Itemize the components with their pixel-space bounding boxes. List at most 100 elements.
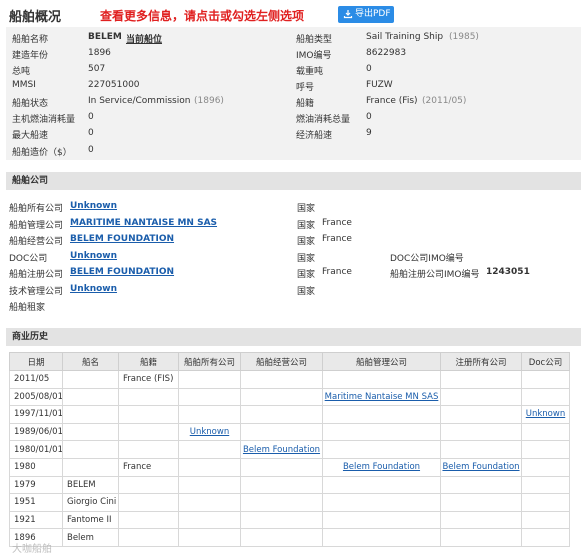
- cell-name: Giorgio Cini: [62, 493, 119, 512]
- operator-link[interactable]: BELEM FOUNDATION: [70, 234, 174, 244]
- cell-date: 2011/05: [9, 370, 63, 389]
- owner-link[interactable]: Unknown: [70, 201, 117, 211]
- current-position-link[interactable]: 当前船位: [126, 32, 162, 45]
- price-value: 0: [88, 145, 94, 155]
- table-row: 1989/06/01 Unknown: [9, 422, 570, 442]
- cell-reg-owner: [440, 528, 522, 547]
- cell-operator: [240, 510, 323, 530]
- cell-owner: [178, 528, 241, 547]
- flag-value: France (Fis): [366, 96, 418, 106]
- cell-reg-owner: [440, 387, 522, 407]
- type-value: Sail Training Ship: [366, 32, 444, 42]
- doc-imo-label: DOC公司IMO编号: [390, 254, 464, 264]
- cell-name: [62, 457, 119, 477]
- cell-reg-owner: [440, 493, 522, 512]
- cell-reg-owner: [440, 440, 522, 459]
- operator-link[interactable]: Belem Foundation: [243, 445, 320, 455]
- cell-operator: [240, 475, 323, 495]
- page-title: 船舶概况: [9, 10, 62, 25]
- cell-date: 1989/06/01: [9, 422, 63, 442]
- cell-doc: [521, 457, 570, 477]
- col-operator: 船舶经营公司: [240, 352, 323, 371]
- cell-doc: [521, 422, 570, 442]
- cell-doc: [521, 370, 570, 389]
- download-icon: [343, 10, 353, 19]
- cell-flag: [118, 493, 179, 512]
- cell-flag: [118, 475, 179, 495]
- charter-label: 船舶租家: [9, 303, 46, 313]
- tech-label: 技术管理公司: [9, 287, 64, 297]
- eco-speed-value: 9: [366, 128, 372, 138]
- cell-operator: [240, 528, 323, 547]
- cell-name: Fantome II: [62, 510, 119, 530]
- cell-owner: [178, 493, 241, 512]
- table-row: 1921 Fantome II: [9, 510, 570, 530]
- reg-imo-value: 1243051: [486, 267, 530, 277]
- page-header: 船舶概况 查看更多信息，请点击或勾选左侧选项 导出PDF: [0, 0, 581, 26]
- cell-reg-owner: [440, 405, 522, 424]
- cell-date: 1980/01/01: [9, 440, 63, 459]
- cell-date: 1997/11/01: [9, 405, 63, 424]
- cell-doc: [521, 528, 570, 547]
- operator-country-label: 国家: [297, 237, 316, 247]
- owner-label: 船舶所有公司: [9, 204, 64, 214]
- reg-owner-link[interactable]: BELEM FOUNDATION: [70, 267, 174, 277]
- table-row: 1896 Belem: [9, 528, 570, 547]
- col-owner: 船舶所有公司: [178, 352, 241, 371]
- reg-owner-link[interactable]: Belem Foundation: [442, 462, 519, 472]
- dwt-value: 0: [366, 64, 372, 74]
- cell-reg-owner: [440, 370, 522, 389]
- imo-value: 8622983: [366, 48, 407, 58]
- cell-operator: [240, 370, 323, 389]
- doc-country-label: 国家: [297, 254, 316, 264]
- cell-name: [62, 405, 119, 424]
- price-label: 船舶造价（$）: [12, 148, 72, 158]
- cell-flag: [118, 387, 179, 407]
- mmsi-value: 227051000: [88, 80, 140, 90]
- callsign-label: 呼号: [296, 83, 315, 93]
- manager-link[interactable]: MARITIME NANTAISE MN SAS: [70, 218, 217, 228]
- cell-manager: [322, 510, 441, 530]
- export-pdf-button[interactable]: 导出PDF: [338, 6, 394, 23]
- cell-operator: [240, 387, 323, 407]
- built-value: 1896: [88, 48, 111, 58]
- main-fuel-value: 0: [88, 112, 94, 122]
- doc-link[interactable]: Unknown: [526, 409, 565, 419]
- cell-name: Belem: [62, 528, 119, 547]
- cell-manager: [322, 493, 441, 512]
- company-section-header: 船舶公司: [6, 172, 581, 190]
- col-flag: 船籍: [118, 352, 179, 371]
- doc-link[interactable]: Unknown: [70, 251, 117, 261]
- cell-name: [62, 422, 119, 442]
- cell-owner: [178, 440, 241, 459]
- reg-imo-label: 船舶注册公司IMO编号: [390, 270, 480, 280]
- max-speed-value: 0: [88, 128, 94, 138]
- table-row: 1997/11/01 Unknown: [9, 405, 570, 424]
- manager-link[interactable]: Belem Foundation: [343, 462, 420, 472]
- cell-doc: [521, 510, 570, 530]
- cell-operator: [240, 457, 323, 477]
- mmsi-label: MMSI: [12, 80, 36, 90]
- cell-doc: [521, 475, 570, 495]
- cell-manager: [322, 475, 441, 495]
- imo-label: IMO编号: [296, 51, 332, 61]
- cell-manager: [322, 370, 441, 389]
- owner-link[interactable]: Unknown: [190, 427, 229, 437]
- history-header-row: 日期 船名 船籍 船舶所有公司 船舶经营公司 船舶管理公司 注册所有公司 Doc…: [9, 352, 570, 371]
- flag-date: (2011/05): [422, 96, 467, 106]
- owner-country-label: 国家: [297, 204, 316, 214]
- cell-date: 1921: [9, 510, 63, 530]
- operator-label: 船舶经营公司: [9, 237, 64, 247]
- max-speed-label: 最大船速: [12, 131, 49, 141]
- cell-reg-owner: [440, 510, 522, 530]
- vessel-overview-panel: 船舶名称 BELEM 当前船位 船舶类型 Sail Training Ship …: [6, 27, 581, 160]
- manager-label: 船舶管理公司: [9, 221, 64, 231]
- name-label: 船舶名称: [12, 35, 49, 45]
- cell-flag: [118, 510, 179, 530]
- gt-value: 507: [88, 64, 106, 74]
- manager-link[interactable]: Maritime Nantaise MN SAS: [325, 392, 439, 402]
- tech-link[interactable]: Unknown: [70, 284, 117, 294]
- cell-reg-owner: Belem Foundation: [440, 457, 522, 477]
- cell-owner: [178, 475, 241, 495]
- operator-country: France: [322, 234, 352, 244]
